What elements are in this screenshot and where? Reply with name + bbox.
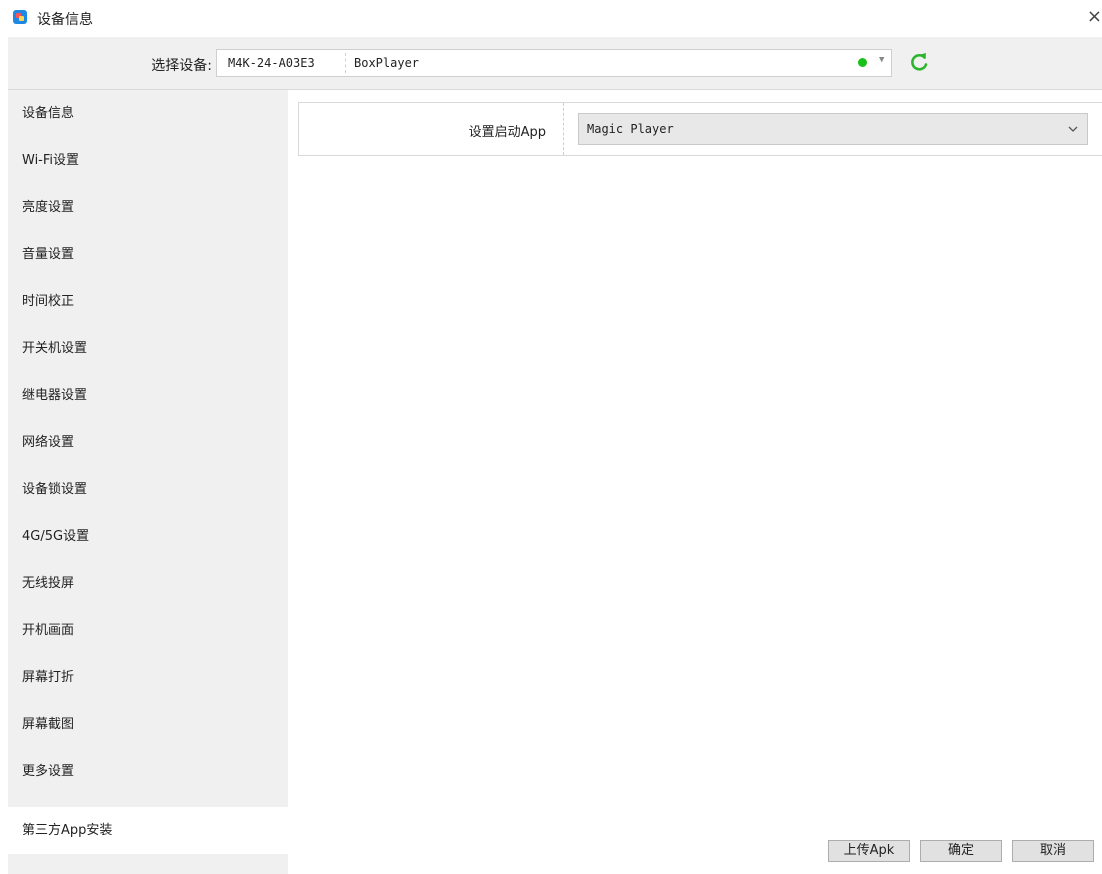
startup-app-value: Magic Player [587, 122, 674, 136]
cancel-button[interactable]: 取消 [1012, 840, 1094, 862]
app-logo-icon [13, 10, 27, 24]
setting-divider [563, 103, 564, 155]
sidebar-item-device-info[interactable]: 设备信息 [8, 90, 288, 137]
online-status-icon [858, 58, 867, 67]
close-button[interactable]: × [1084, 6, 1102, 28]
sidebar-item-time[interactable]: 时间校正 [8, 278, 288, 325]
sidebar-item-volume[interactable]: 音量设置 [8, 231, 288, 278]
ok-button[interactable]: 确定 [920, 840, 1002, 862]
sidebar-item-wifi[interactable]: Wi-Fi设置 [8, 137, 288, 184]
device-divider [345, 53, 346, 73]
sidebar-item-device-lock[interactable]: 设备锁设置 [8, 466, 288, 513]
window-title: 设备信息 [37, 12, 93, 28]
sidebar-item-boot-screen[interactable]: 开机画面 [8, 607, 288, 654]
sidebar-item-screen-fold[interactable]: 屏幕打折 [8, 654, 288, 701]
startup-app-select[interactable]: Magic Player [578, 113, 1088, 145]
device-name: BoxPlayer [354, 56, 420, 70]
sidebar-item-more-settings[interactable]: 更多设置 [8, 748, 288, 795]
device-select[interactable]: M4K-24-A03E3 BoxPlayer ▼ [216, 49, 892, 77]
chevron-down-icon [1068, 126, 1078, 132]
title-bar: 设备信息 × [0, 0, 1102, 36]
device-selector-bar: 选择设备: M4K-24-A03E3 BoxPlayer ▼ [8, 37, 1102, 90]
sidebar-item-relay[interactable]: 继电器设置 [8, 372, 288, 419]
startup-app-label: 设置启动App [468, 125, 546, 140]
sidebar-item-network[interactable]: 网络设置 [8, 419, 288, 466]
sidebar-item-power-schedule[interactable]: 开关机设置 [8, 325, 288, 372]
sidebar-item-mobile-network[interactable]: 4G/5G设置 [8, 513, 288, 560]
sidebar-item-third-party-app[interactable]: 第三方App安装 [8, 807, 288, 854]
device-id: M4K-24-A03E3 [228, 56, 315, 70]
settings-sidebar: 设备信息 Wi-Fi设置 亮度设置 音量设置 时间校正 开关机设置 继电器设置 … [8, 90, 288, 874]
sidebar-item-screenshot[interactable]: 屏幕截图 [8, 701, 288, 748]
refresh-icon [911, 53, 928, 71]
sidebar-item-screen-cast[interactable]: 无线投屏 [8, 560, 288, 607]
dropdown-arrow-icon[interactable]: ▼ [879, 55, 884, 65]
refresh-button[interactable] [906, 49, 932, 75]
upload-apk-button[interactable]: 上传Apk [828, 840, 910, 862]
select-device-label: 选择设备: [151, 58, 212, 74]
startup-app-setting: 设置启动App Magic Player [298, 102, 1102, 156]
sidebar-item-brightness[interactable]: 亮度设置 [8, 184, 288, 231]
